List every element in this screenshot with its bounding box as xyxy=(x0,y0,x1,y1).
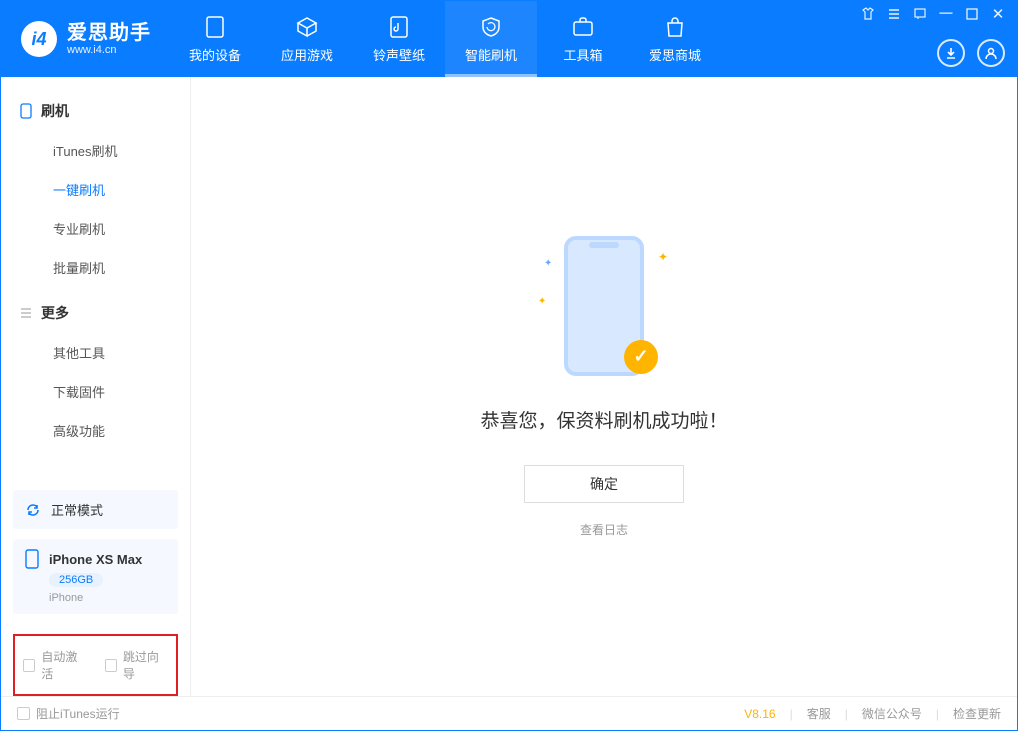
tab-toolbox[interactable]: 工具箱 xyxy=(537,1,629,77)
briefcase-icon xyxy=(571,15,595,39)
ok-button[interactable]: 确定 xyxy=(524,465,684,503)
app-title: 爱思助手 xyxy=(67,22,151,44)
maximize-button[interactable] xyxy=(965,7,979,21)
list-icon xyxy=(19,306,33,320)
body: 刷机 iTunes刷机 一键刷机 专业刷机 批量刷机 更多 其他工具 下载固件 … xyxy=(1,77,1017,696)
skip-guide-checkbox[interactable]: 跳过向导 xyxy=(105,648,169,682)
tab-smart-flash[interactable]: 智能刷机 xyxy=(445,1,537,77)
auto-activate-checkbox[interactable]: 自动激活 xyxy=(23,648,87,682)
footer-link-update[interactable]: 检查更新 xyxy=(953,705,1001,722)
sidebar-item-other-tools[interactable]: 其他工具 xyxy=(1,333,190,372)
block-itunes-checkbox[interactable]: 阻止iTunes运行 xyxy=(17,705,120,722)
sidebar-group-head[interactable]: 更多 xyxy=(1,293,190,333)
window-controls: － ✕ xyxy=(861,7,1005,21)
tab-label: 我的设备 xyxy=(189,45,241,64)
header: i4 爱思助手 www.i4.cn 我的设备 应用游戏 铃声壁纸 智能刷机 xyxy=(1,1,1017,77)
app-window: i4 爱思助手 www.i4.cn 我的设备 应用游戏 铃声壁纸 智能刷机 xyxy=(0,0,1018,731)
sidebar-item-download-firmware[interactable]: 下载固件 xyxy=(1,372,190,411)
user-icon[interactable] xyxy=(977,39,1005,67)
mode-status-card[interactable]: 正常模式 xyxy=(13,490,178,529)
cube-icon xyxy=(295,15,319,39)
sidebar-item-advanced[interactable]: 高级功能 xyxy=(1,411,190,450)
tab-my-device[interactable]: 我的设备 xyxy=(169,1,261,77)
phone-outline-icon xyxy=(19,104,33,118)
success-message: 恭喜您，保资料刷机成功啦！ xyxy=(480,406,727,433)
mode-status-label: 正常模式 xyxy=(51,500,103,519)
device-name: iPhone XS Max xyxy=(49,552,142,567)
options-highlight-box: 自动激活 跳过向导 xyxy=(13,634,178,696)
app-logo-icon: i4 xyxy=(21,21,57,57)
sparkle-icon: ✦ xyxy=(538,296,546,307)
sidebar-item-pro-flash[interactable]: 专业刷机 xyxy=(1,209,190,248)
download-icon[interactable] xyxy=(937,39,965,67)
checkbox-icon xyxy=(105,659,117,672)
sidebar-item-itunes-flash[interactable]: iTunes刷机 xyxy=(1,131,190,170)
nav-tabs: 我的设备 应用游戏 铃声壁纸 智能刷机 工具箱 爱思商城 xyxy=(169,1,721,77)
tab-label: 铃声壁纸 xyxy=(373,45,425,64)
checkbox-label: 跳过向导 xyxy=(123,648,168,682)
version-label: V8.16 xyxy=(744,707,775,721)
device-card[interactable]: iPhone XS Max 256GB iPhone xyxy=(13,539,178,614)
sidebar-item-batch-flash[interactable]: 批量刷机 xyxy=(1,248,190,287)
logo-section: i4 爱思助手 www.i4.cn xyxy=(1,21,169,57)
footer-link-support[interactable]: 客服 xyxy=(807,705,831,722)
tab-label: 应用游戏 xyxy=(281,45,333,64)
sidebar-group-head[interactable]: 刷机 xyxy=(1,91,190,131)
sidebar-group-title: 更多 xyxy=(41,303,69,323)
view-log-link[interactable]: 查看日志 xyxy=(580,521,628,538)
shield-refresh-icon xyxy=(479,15,503,39)
tab-label: 爱思商城 xyxy=(649,45,701,64)
sparkle-icon: ✦ xyxy=(658,250,668,264)
tab-store[interactable]: 爱思商城 xyxy=(629,1,721,77)
success-check-icon: ✓ xyxy=(624,340,658,374)
sidebar-group-title: 刷机 xyxy=(41,101,69,121)
sidebar-group-flash: 刷机 iTunes刷机 一键刷机 专业刷机 批量刷机 xyxy=(1,91,190,287)
sync-icon xyxy=(25,502,41,518)
phone-icon xyxy=(203,15,227,39)
checkbox-icon xyxy=(17,707,30,720)
bag-icon xyxy=(663,15,687,39)
sidebar-group-more: 更多 其他工具 下载固件 高级功能 xyxy=(1,293,190,450)
feedback-icon[interactable] xyxy=(913,7,927,21)
checkbox-label: 自动激活 xyxy=(41,648,86,682)
sidebar-item-onekey-flash[interactable]: 一键刷机 xyxy=(1,170,190,209)
tab-apps-games[interactable]: 应用游戏 xyxy=(261,1,353,77)
checkbox-icon xyxy=(23,659,35,672)
app-subtitle: www.i4.cn xyxy=(67,44,151,56)
device-capacity-badge: 256GB xyxy=(49,573,103,587)
shirt-icon[interactable] xyxy=(861,7,875,21)
minimize-button[interactable]: － xyxy=(939,7,953,21)
menu-icon[interactable] xyxy=(887,7,901,21)
device-phone-icon xyxy=(25,549,39,569)
checkbox-label: 阻止iTunes运行 xyxy=(36,705,120,722)
main-content: ✓ ✦ ✦ ✦ 恭喜您，保资料刷机成功啦！ 确定 查看日志 xyxy=(191,77,1017,696)
footer-link-wechat[interactable]: 微信公众号 xyxy=(862,705,922,722)
sparkle-icon: ✦ xyxy=(544,258,552,269)
music-file-icon xyxy=(387,15,411,39)
tab-ringtones-wallpapers[interactable]: 铃声壁纸 xyxy=(353,1,445,77)
footer: 阻止iTunes运行 V8.16 | 客服 | 微信公众号 | 检查更新 xyxy=(1,696,1017,730)
close-button[interactable]: ✕ xyxy=(991,7,1005,21)
sidebar: 刷机 iTunes刷机 一键刷机 专业刷机 批量刷机 更多 其他工具 下载固件 … xyxy=(1,77,191,696)
tab-label: 工具箱 xyxy=(563,45,602,64)
tab-label: 智能刷机 xyxy=(465,45,517,64)
device-type: iPhone xyxy=(49,592,166,604)
success-illustration: ✓ ✦ ✦ ✦ xyxy=(544,236,664,386)
